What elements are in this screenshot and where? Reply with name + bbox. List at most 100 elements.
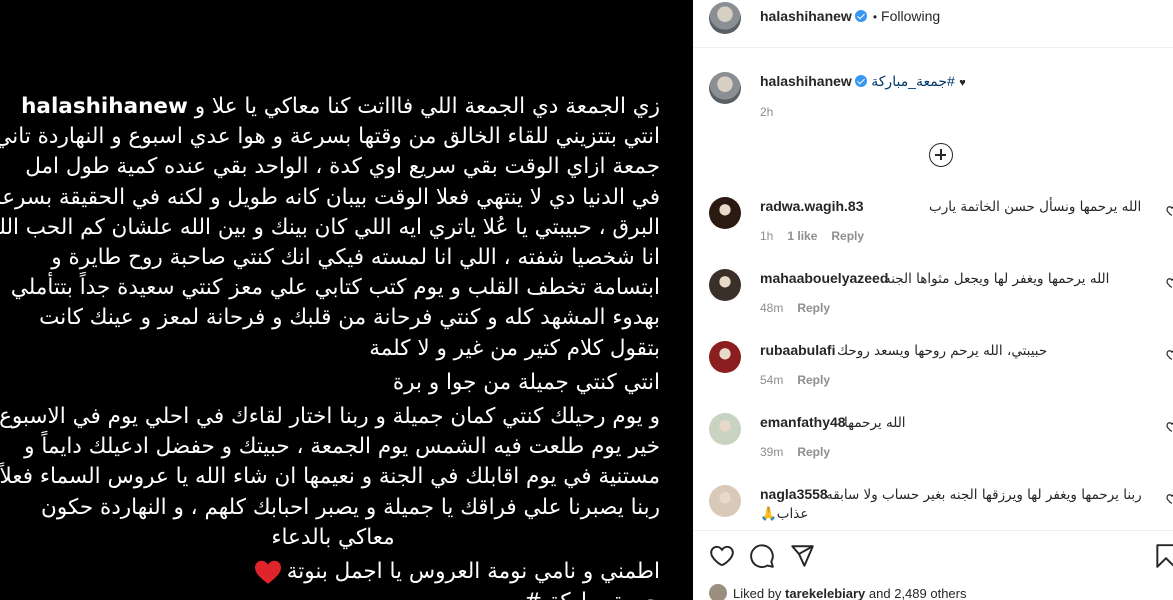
post-image-line: البرق ، حبيبتي يا عُلا ياتري ايه اللي كا… [0, 213, 660, 243]
save-bookmark-icon[interactable] [1153, 543, 1173, 569]
comment-text: ربنا يرحمها ويغفر لها ويرزقها الجنه بغير… [826, 487, 1142, 503]
following-button[interactable]: Following [881, 8, 940, 24]
liked-by-prefix: Liked by [733, 586, 782, 600]
caption-avatar[interactable] [709, 72, 741, 104]
post-image-line: جمعة مباركة # [6, 587, 660, 600]
caption-time: 2h [760, 105, 774, 119]
post-image-line-text: البرق ، حبيبتي يا عُلا ياتري ايه اللي كا… [0, 214, 660, 240]
author-avatar[interactable] [709, 2, 741, 34]
commenter-avatar[interactable] [709, 197, 741, 229]
reply-button[interactable]: Reply [831, 229, 864, 243]
comment-item: rubaabulafi حبيبتي، الله يرحم روحها ويسعد… [693, 341, 1173, 401]
post-image-line-text: جمعة ازاي الوقت بقي سريع اوي كدة ، الواح… [25, 154, 660, 180]
post-image-line-text: و يوم رحيلك كنتي كمان جميلة و ربنا اختار… [0, 404, 660, 430]
load-more-comments-icon[interactable] [929, 143, 953, 167]
post-image-line: و يوم رحيلك كنتي كمان جميلة و ربنا اختار… [0, 402, 660, 432]
liked-by-user[interactable]: tarekelebiary [785, 586, 865, 600]
comment-bubble-icon[interactable] [749, 543, 775, 569]
post-image-line: انتي بتتزيني للقاء الخالق من وقتها بسرعة… [0, 122, 660, 152]
post-image-line: بتقول كلام كتير من غير و لا كلمة [6, 334, 660, 364]
reply-button[interactable]: Reply [797, 373, 830, 387]
post-image-line: انتي كنتي جميلة من جوا و برة [6, 368, 660, 398]
comment-meta: 39m Reply [760, 445, 844, 459]
post-image-line: مستنية في يوم اقابلك في الجنة و نعيمها ا… [0, 462, 660, 492]
post-image-line-text: انتي بتتزيني للقاء الخالق من وقتها بسرعة… [0, 124, 660, 150]
post-image-line-text: اطمني و نامي نومة العروس يا اجمل بنوتة [286, 559, 660, 585]
commenter-username[interactable]: nagla3558 [760, 486, 828, 502]
comment-text: حبيبتي، الله يرحم روحها ويسعد روحك [837, 343, 1048, 359]
comment-time: 54m [760, 373, 784, 387]
caption-username[interactable]: halashihanew [760, 73, 852, 89]
liked-by-line: Liked by tarekelebiary and 2,489 others [709, 584, 966, 600]
post-image-line: انا شخصيا شفته ، اللي انا لمسته فيكي انك… [6, 243, 660, 273]
post-image-name: halashihanew [21, 94, 188, 119]
post-header: halashihanew • Following [693, 0, 1173, 48]
commenter-avatar[interactable] [709, 341, 741, 373]
verified-badge-icon [854, 75, 867, 87]
comment-time: 39m [760, 445, 784, 459]
comment-text-continued: عذاب🙏 [760, 506, 809, 522]
comment-text: الله يرحمها [844, 415, 906, 431]
post-image-line-text: انتي كنتي جميلة من جوا و برة [392, 369, 660, 395]
author-username[interactable]: halashihanew [760, 8, 852, 24]
action-bar [693, 530, 1173, 578]
comment-like-heart-icon[interactable] [1166, 205, 1173, 217]
verified-badge-icon [854, 10, 867, 22]
commenter-username[interactable]: rubaabulafi [760, 342, 835, 358]
heart-emoji-icon: ♥ [959, 77, 966, 89]
comment-like-heart-icon[interactable] [1166, 421, 1173, 433]
commenter-avatar[interactable] [709, 485, 741, 517]
post-image-line-text: مستنية في يوم اقابلك في الجنة و نعيمها ا… [0, 464, 660, 490]
share-send-icon[interactable] [789, 543, 815, 569]
commenter-avatar[interactable] [709, 413, 741, 445]
post-image-line-text: ابتسامة تخطف القلب و يوم كتب كتابي علي م… [10, 275, 660, 301]
comment-item: emanfathy48 الله يرحمها 39m Reply [693, 413, 1173, 473]
post-image-line: في الدنيا دي لا ينتهي فعلا الوقت بيبان ك… [0, 183, 660, 213]
reply-button[interactable]: Reply [797, 445, 830, 459]
post-image-line: معاكي بالدعاء [6, 523, 660, 553]
post-image[interactable]: زي الجمعة دي الجمعة اللي فاااتت كنا معاك… [0, 0, 693, 600]
comment-like-heart-icon[interactable] [1166, 277, 1173, 289]
post-image-line-text: خير يوم طلعت فيه الشمس يوم الجمعة ، حبيت… [24, 434, 660, 460]
post-caption: halashihanew #جمعة_مباركة ♥ 2h [693, 64, 1173, 124]
post-side-panel: halashihanew • Following halashihanew #جمع… [693, 0, 1173, 600]
comment-meta: 54m Reply [760, 373, 844, 387]
post-image-line: ابتسامة تخطف القلب و يوم كتب كتابي علي م… [6, 273, 660, 303]
comment-like-count[interactable]: 1 like [787, 229, 817, 243]
red-heart-emoji-icon [254, 560, 281, 584]
liker-avatar[interactable] [709, 584, 727, 600]
post-image-line: زي الجمعة دي الجمعة اللي فاااتت كنا معاك… [6, 92, 660, 122]
post-image-line-text: انا شخصيا شفته ، اللي انا لمسته فيكي انك… [51, 245, 660, 271]
comment-text: الله يرحمها ويغفر لها ويجعل مثواها الجنه [884, 271, 1110, 287]
comment-meta: 1h 1 like Reply [760, 229, 878, 243]
commenter-username[interactable]: mahaabouelyazeed [760, 270, 888, 286]
post-image-line: ربنا يصبرنا علي فراقك يا جميلة و يصبر اح… [6, 493, 660, 523]
comment-like-heart-icon[interactable] [1166, 349, 1173, 361]
post-image-line-text: ربنا يصبرنا علي فراقك يا جميلة و يصبر اح… [41, 494, 660, 520]
post-image-line-text: زي الجمعة دي الجمعة اللي فاااتت كنا معاك… [187, 94, 660, 119]
post-image-line: بهدوء المشهد كله و كنتي فرحانة من قلبك و… [6, 303, 660, 333]
post-image-line: اطمني و نامي نومة العروس يا اجمل بنوتة [6, 557, 660, 587]
post-image-line-text: في الدنيا دي لا ينتهي فعلا الوقت بيبان ك… [0, 184, 660, 210]
commenter-avatar[interactable] [709, 269, 741, 301]
separator-dot: • [872, 10, 878, 24]
comment-time: 48m [760, 301, 784, 315]
comment-meta: 48m Reply [760, 301, 844, 315]
comment-item: radwa.wagih.83 الله يرحمها ونسأل حسن الخا… [693, 197, 1173, 257]
caption-hashtag[interactable]: #جمعة_مباركة [871, 73, 955, 89]
post-image-line-text: معاكي بالدعاء [271, 524, 395, 550]
comment-item: mahaabouelyazeed الله يرحمها ويغفر لها وي… [693, 269, 1173, 329]
post-image-line-text: بهدوء المشهد كله و كنتي فرحانة من قلبك و… [39, 305, 660, 331]
comment-text: الله يرحمها ونسأل حسن الخاتمة يارب [929, 199, 1142, 215]
comment-time: 1h [760, 229, 774, 243]
post-image-line: جمعة ازاي الوقت بقي سريع اوي كدة ، الواح… [6, 152, 660, 182]
commenter-username[interactable]: radwa.wagih.83 [760, 198, 863, 214]
liked-by-others[interactable]: and 2,489 others [869, 586, 967, 600]
comment-like-heart-icon[interactable] [1166, 493, 1173, 505]
commenter-username[interactable]: emanfathy48 [760, 414, 846, 430]
post-image-line: خير يوم طلعت فيه الشمس يوم الجمعة ، حبيت… [6, 432, 660, 462]
post-image-line-text: جمعة مباركة # [524, 589, 660, 600]
like-heart-icon[interactable] [709, 543, 735, 569]
post-image-text: زي الجمعة دي الجمعة اللي فاااتت كنا معاك… [0, 92, 660, 600]
reply-button[interactable]: Reply [797, 301, 830, 315]
